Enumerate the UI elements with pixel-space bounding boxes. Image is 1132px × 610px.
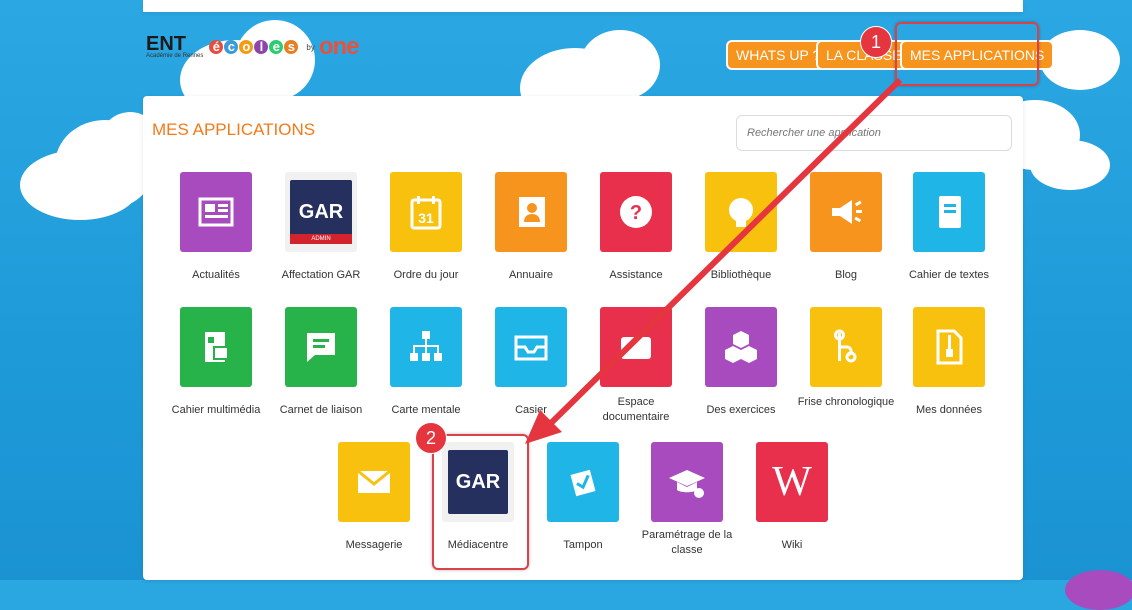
step-badge-1: 1 [860,26,892,58]
step-badge-2: 2 [415,422,447,454]
chat-bubble-corner[interactable] [1065,570,1132,610]
annotation-arrow [525,77,903,444]
